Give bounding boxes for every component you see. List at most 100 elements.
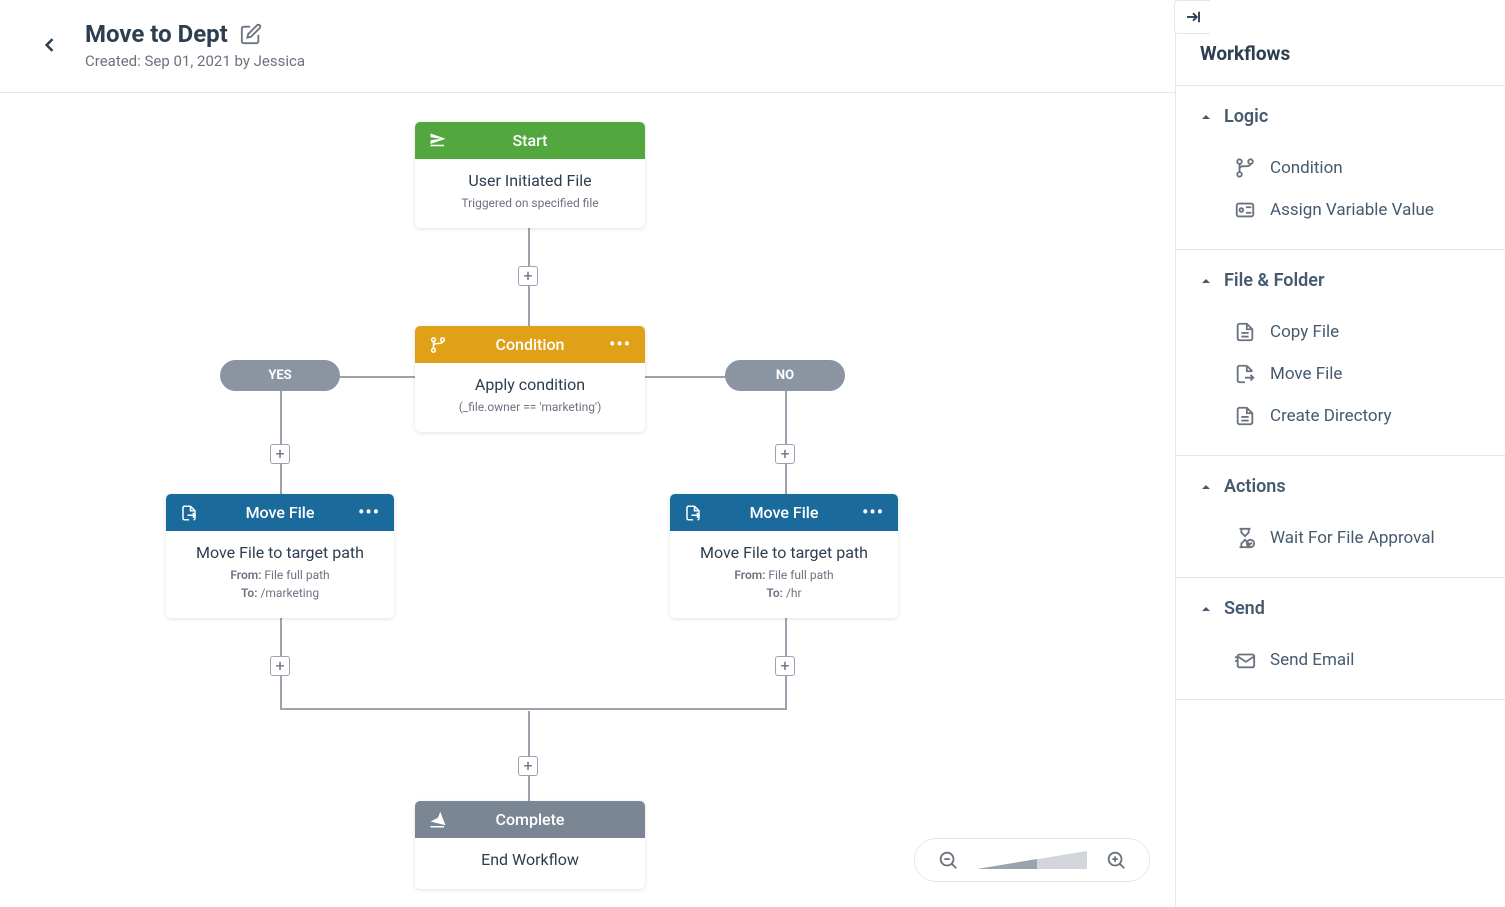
mail-icon	[1234, 649, 1256, 671]
sidebar: Workflows Logic Condition Assign Variabl…	[1175, 0, 1505, 907]
caret-up-icon	[1200, 111, 1212, 123]
move-right-detail: From: File full path To: /hr	[684, 566, 884, 602]
move-right-body: Move File to target path From: File full…	[670, 531, 898, 618]
section-header-send[interactable]: Send	[1176, 578, 1505, 639]
file-out-icon	[180, 504, 198, 522]
from-value: File full path	[768, 568, 833, 582]
add-node-button[interactable]	[518, 756, 538, 776]
page-subtitle: Created: Sep 01, 2021 by Jessica	[85, 52, 305, 70]
start-detail: Triggered on specified file	[429, 194, 631, 212]
move-file-left-node[interactable]: Move File ••• Move File to target path F…	[166, 494, 394, 618]
file-icon	[1234, 321, 1256, 343]
item-send-email[interactable]: Send Email	[1176, 639, 1505, 681]
item-label: Create Directory	[1270, 406, 1392, 426]
workflow-canvas[interactable]: Start User Initiated File Triggered on s…	[0, 86, 1175, 907]
section-header-actions[interactable]: Actions	[1176, 456, 1505, 517]
item-wait-approval[interactable]: Wait For File Approval	[1176, 517, 1505, 559]
complete-node[interactable]: Complete End Workflow	[415, 801, 645, 889]
condition-body: Apply condition (_file.owner == 'marketi…	[415, 363, 645, 432]
section-title: Logic	[1224, 106, 1268, 127]
section-title: Send	[1224, 598, 1265, 619]
header-left: Move to Dept Created: Sep 01, 2021 by Je…	[40, 20, 305, 70]
page-title: Move to Dept	[85, 20, 228, 48]
collapse-icon	[1184, 8, 1202, 26]
start-desc: User Initiated File	[429, 171, 631, 190]
item-label: Assign Variable Value	[1270, 200, 1434, 220]
add-node-button[interactable]	[775, 656, 795, 676]
start-body: User Initiated File Triggered on specifi…	[415, 159, 645, 228]
zoom-out-icon[interactable]	[937, 849, 959, 871]
sidebar-collapse-button[interactable]	[1174, 0, 1210, 34]
plane-land-icon	[429, 811, 447, 829]
node-menu-icon[interactable]: •••	[358, 502, 380, 523]
item-create-directory[interactable]: Create Directory	[1176, 395, 1505, 437]
item-condition[interactable]: Condition	[1176, 147, 1505, 189]
condition-detail: (_file.owner == 'marketing')	[429, 398, 631, 416]
to-label: To:	[241, 586, 258, 600]
section-header-file[interactable]: File & Folder	[1176, 250, 1505, 311]
zoom-in-icon[interactable]	[1105, 849, 1127, 871]
caret-up-icon	[1200, 603, 1212, 615]
sidebar-title: Workflows	[1176, 0, 1505, 86]
condition-node[interactable]: Condition ••• Apply condition (_file.own…	[415, 326, 645, 432]
start-node-header: Start	[415, 122, 645, 159]
move-right-title: Move File	[684, 503, 884, 522]
section-header-logic[interactable]: Logic	[1176, 86, 1505, 147]
complete-desc: End Workflow	[429, 850, 631, 869]
branch-icon	[429, 336, 447, 354]
move-right-header: Move File •••	[670, 494, 898, 531]
add-node-button[interactable]	[270, 656, 290, 676]
wire	[280, 708, 787, 710]
yes-pill: YES	[220, 360, 340, 391]
condition-node-header: Condition •••	[415, 326, 645, 363]
move-left-body: Move File to target path From: File full…	[166, 531, 394, 618]
item-move-file[interactable]: Move File	[1176, 353, 1505, 395]
back-icon[interactable]	[40, 35, 60, 55]
move-left-header: Move File •••	[166, 494, 394, 531]
to-value: /marketing	[260, 586, 319, 600]
move-left-desc: Move File to target path	[180, 543, 380, 562]
caret-up-icon	[1200, 481, 1212, 493]
plane-icon	[429, 132, 447, 150]
move-file-right-node[interactable]: Move File ••• Move File to target path F…	[670, 494, 898, 618]
file-icon	[1234, 405, 1256, 427]
section-file-folder: File & Folder Copy File Move File Create…	[1176, 250, 1505, 456]
wire	[785, 376, 787, 494]
add-node-button[interactable]	[518, 266, 538, 286]
from-value: File full path	[264, 568, 329, 582]
to-value: /hr	[786, 586, 802, 600]
file-out-icon	[684, 504, 702, 522]
move-right-desc: Move File to target path	[684, 543, 884, 562]
start-node[interactable]: Start User Initiated File Triggered on s…	[415, 122, 645, 228]
branch-icon	[1234, 157, 1256, 179]
no-pill: NO	[725, 360, 845, 391]
to-label: To:	[766, 586, 783, 600]
item-label: Condition	[1270, 158, 1343, 178]
complete-title: Complete	[429, 810, 631, 829]
add-node-button[interactable]	[270, 444, 290, 464]
from-label: From:	[230, 568, 261, 582]
start-title: Start	[429, 131, 631, 150]
condition-desc: Apply condition	[429, 375, 631, 394]
edit-icon[interactable]	[240, 23, 262, 45]
add-node-button[interactable]	[775, 444, 795, 464]
section-title: Actions	[1224, 476, 1286, 497]
item-label: Copy File	[1270, 322, 1339, 342]
zoom-control	[914, 838, 1150, 882]
node-menu-icon[interactable]: •••	[609, 334, 631, 355]
complete-header: Complete	[415, 801, 645, 838]
caret-up-icon	[1200, 275, 1212, 287]
item-assign-variable[interactable]: Assign Variable Value	[1176, 189, 1505, 231]
section-logic: Logic Condition Assign Variable Value	[1176, 86, 1505, 250]
condition-title: Condition	[429, 335, 631, 354]
item-copy-file[interactable]: Copy File	[1176, 311, 1505, 353]
complete-body: End Workflow	[415, 838, 645, 889]
node-menu-icon[interactable]: •••	[862, 502, 884, 523]
title-block: Move to Dept Created: Sep 01, 2021 by Je…	[85, 20, 305, 70]
file-out-icon	[1234, 363, 1256, 385]
section-send: Send Send Email	[1176, 578, 1505, 700]
zoom-slider[interactable]	[977, 851, 1087, 869]
move-left-title: Move File	[180, 503, 380, 522]
wire	[280, 376, 282, 494]
section-title: File & Folder	[1224, 270, 1324, 291]
